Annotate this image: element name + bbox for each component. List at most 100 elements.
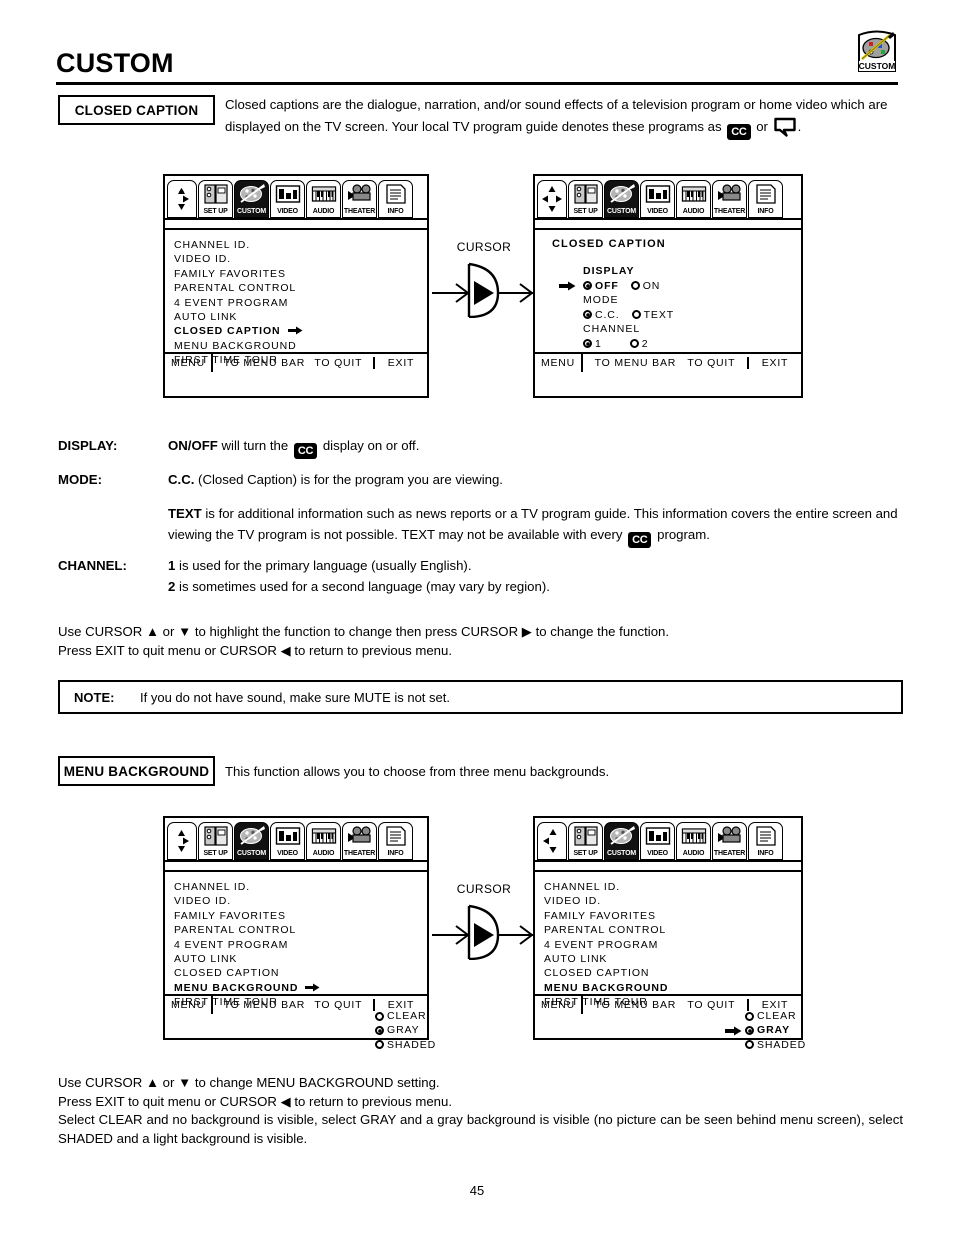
osd-tab-theater[interactable]: THEATER	[712, 822, 747, 860]
osd-footer-menu[interactable]: MENU	[165, 996, 213, 1014]
osd-tab-label: SET UP	[203, 850, 228, 857]
osd-menu-bar: SET UP CUSTOM VIDEO AUDIO THEATER INFO	[535, 818, 801, 862]
osd-tab-video[interactable]: VIDEO	[640, 822, 675, 860]
osd-tab-video[interactable]: VIDEO	[270, 822, 305, 860]
cc-option-channel-1[interactable]: 1	[583, 337, 602, 351]
osd-tab-audio[interactable]: AUDIO	[306, 822, 341, 860]
menu-item-video-id[interactable]: VIDEO ID.	[174, 252, 303, 266]
option-gray[interactable]: GRAY	[355, 1023, 436, 1037]
option-shaded[interactable]: SHADED	[355, 1038, 436, 1052]
channel-text-1: is used for the primary language (usuall…	[179, 558, 472, 573]
radio-icon	[631, 310, 641, 319]
cc-option-text[interactable]: TEXT	[631, 308, 674, 322]
menu-background-options: CLEAR GRAY SHADED	[725, 1009, 806, 1052]
mode-term-cc: C.C.	[168, 472, 195, 487]
osd-footer-exit[interactable]: EXIT	[375, 996, 427, 1014]
osd-tab-setup[interactable]: SET UP	[568, 180, 603, 218]
display-description-key: DISPLAY:	[58, 438, 118, 453]
osd-tab-setup[interactable]: SET UP	[568, 822, 603, 860]
osd-tab-info[interactable]: INFO	[378, 822, 413, 860]
menu-item-parental-control[interactable]: PARENTAL CONTROL	[544, 923, 668, 937]
osd-footer: MENU TO MENU BAR TO QUIT EXIT	[165, 352, 427, 372]
menu-item-auto-link[interactable]: AUTO LINK	[544, 952, 668, 966]
note-text: If you do not have sound, make sure MUTE…	[140, 690, 450, 705]
menu-item-closed-caption[interactable]: CLOSED CAPTION	[544, 966, 668, 980]
instruction-line-2: Press EXIT to quit menu or CURSOR ◀ to r…	[58, 1093, 903, 1112]
menu-item-channel-id[interactable]: CHANNEL ID.	[544, 880, 668, 894]
osd-footer-menu[interactable]: MENU	[535, 996, 583, 1014]
menu-item-family-favorites[interactable]: FAMILY FAVORITES	[544, 909, 668, 923]
cursor-right-button-icon	[432, 238, 536, 319]
osd-tab-custom[interactable]: CUSTOM	[234, 822, 269, 860]
osd-footer-exit[interactable]: EXIT	[375, 354, 427, 372]
osd-tab-info[interactable]: INFO	[748, 822, 783, 860]
menu-item-channel-id[interactable]: CHANNEL ID.	[174, 238, 303, 252]
dpad-up-right-down-icon	[167, 180, 197, 218]
osd-tab-theater[interactable]: THEATER	[342, 822, 377, 860]
instruction-line-1: Use CURSOR ▲ or ▼ to change MENU BACKGRO…	[58, 1074, 903, 1093]
menu-item-parental-control[interactable]: PARENTAL CONTROL	[174, 281, 303, 295]
cc-icon: CC	[628, 532, 652, 548]
menu-item-video-id[interactable]: VIDEO ID.	[174, 894, 320, 908]
cc-option-off[interactable]: OFF	[583, 279, 619, 293]
left-arrow-icon: ◀	[280, 643, 291, 658]
osd-tab-label: INFO	[757, 850, 774, 857]
osd-footer-exit[interactable]: EXIT	[749, 996, 801, 1014]
osd-footer-to-menu-bar: TO MENU BAR	[223, 357, 306, 369]
osd-tab-custom[interactable]: CUSTOM	[234, 180, 269, 218]
option-gray[interactable]: GRAY	[725, 1023, 806, 1037]
osd-footer-to-menu-bar: TO MENU BAR	[223, 999, 306, 1011]
osd-tab-custom[interactable]: CUSTOM	[604, 822, 639, 860]
option-shaded[interactable]: SHADED	[725, 1038, 806, 1052]
osd-screen-menu-background-before: SET UP CUSTOM VIDEO AUDIO THEATER INFO C…	[163, 816, 435, 1051]
palette-icon	[605, 181, 638, 207]
cc-option-channel-2[interactable]: 2	[629, 337, 649, 351]
osd-tab-label: THEATER	[343, 850, 376, 857]
menu-item-family-favorites[interactable]: FAMILY FAVORITES	[174, 909, 320, 923]
osd-tab-setup[interactable]: SET UP	[198, 180, 233, 218]
menu-item-4-event-program[interactable]: 4 EVENT PROGRAM	[174, 296, 303, 310]
osd-tab-label: SET UP	[203, 208, 228, 215]
osd-tab-audio[interactable]: AUDIO	[676, 822, 711, 860]
osd-tab-theater[interactable]: THEATER	[342, 180, 377, 218]
osd-tab-video[interactable]: VIDEO	[640, 180, 675, 218]
right-arrow-icon	[287, 325, 303, 335]
cc-option-label: ON	[642, 279, 661, 292]
menu-item-channel-id[interactable]: CHANNEL ID.	[174, 880, 320, 894]
menu-item-video-id[interactable]: VIDEO ID.	[544, 894, 668, 908]
osd-footer-menu[interactable]: MENU	[535, 354, 583, 372]
cc-option-on[interactable]: ON	[630, 279, 661, 293]
menu-item-4-event-program[interactable]: 4 EVENT PROGRAM	[544, 938, 668, 952]
radio-icon	[583, 339, 592, 348]
osd-tab-audio[interactable]: AUDIO	[676, 180, 711, 218]
osd-footer-exit[interactable]: EXIT	[749, 354, 801, 372]
osd-footer-middle: TO MENU BAR TO QUIT	[213, 357, 375, 369]
tv-icon	[641, 181, 674, 207]
cc-option-cc[interactable]: C.C.	[583, 308, 620, 322]
osd-tab-custom[interactable]: CUSTOM	[604, 180, 639, 218]
menu-item-family-favorites[interactable]: FAMILY FAVORITES	[174, 267, 303, 281]
osd-tab-info[interactable]: INFO	[378, 180, 413, 218]
osd-tab-info[interactable]: INFO	[748, 180, 783, 218]
osd-tab-label: SET UP	[573, 208, 598, 215]
cc-option-label: 2	[641, 337, 649, 350]
menu-item-auto-link[interactable]: AUTO LINK	[174, 952, 320, 966]
menu-item-parental-control[interactable]: PARENTAL CONTROL	[174, 923, 320, 937]
instr2-a: Use CURSOR	[58, 1075, 143, 1090]
menu-item-closed-caption[interactable]: CLOSED CAPTION	[174, 966, 320, 980]
osd-footer-menu[interactable]: MENU	[165, 354, 213, 372]
menu-item-auto-link[interactable]: AUTO LINK	[174, 310, 303, 324]
osd-tab-setup[interactable]: SET UP	[198, 822, 233, 860]
palette-icon	[235, 181, 268, 207]
osd-tab-audio[interactable]: AUDIO	[306, 180, 341, 218]
menu-background-options: CLEAR GRAY SHADED	[355, 1009, 436, 1052]
menu-item-4-event-program[interactable]: 4 EVENT PROGRAM	[174, 938, 320, 952]
instruction-line-1: Use CURSOR ▲ or ▼ to highlight the funct…	[58, 622, 908, 641]
osd-tab-video[interactable]: VIDEO	[270, 180, 305, 218]
keyboard-icon	[677, 181, 710, 207]
menu-item-closed-caption[interactable]: CLOSED CAPTION	[174, 324, 303, 338]
osd-tab-label: VIDEO	[277, 850, 298, 857]
osd-tab-label: CUSTOM	[606, 208, 636, 215]
osd-tab-theater[interactable]: THEATER	[712, 180, 747, 218]
osd-tab-label: INFO	[387, 850, 404, 857]
